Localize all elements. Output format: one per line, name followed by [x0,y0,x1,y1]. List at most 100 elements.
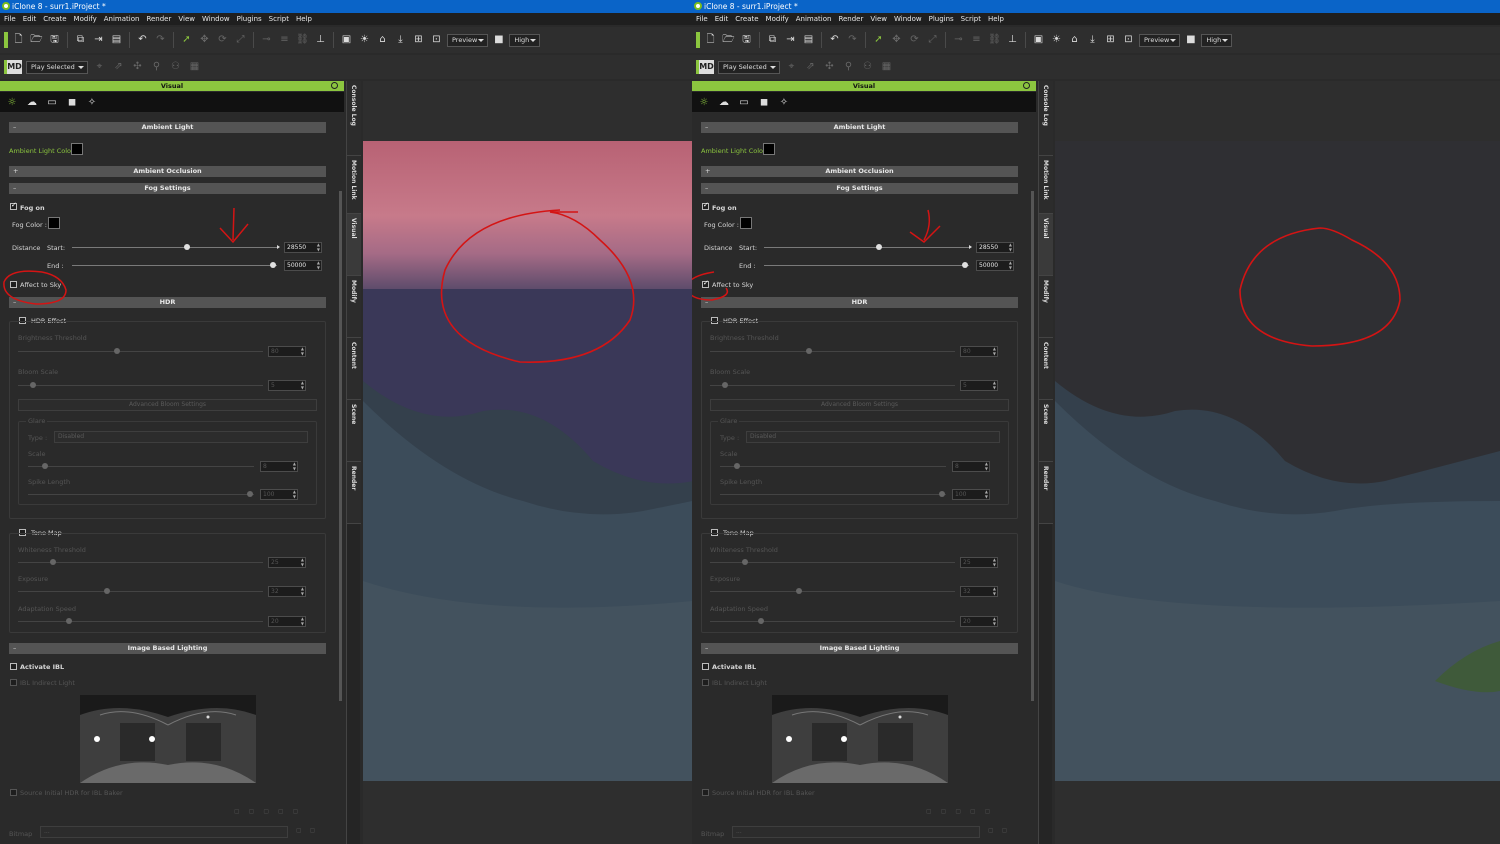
stepper-icon[interactable]: ▲ ▼ [301,380,304,390]
atmosphere-tab-icon[interactable]: ☁ [26,96,38,108]
fog-color-swatch[interactable] [48,217,60,229]
menu-script[interactable]: Script [961,13,981,25]
camera-icon[interactable]: ■ [491,33,506,48]
slider-handle[interactable] [758,618,764,624]
stepper-icon[interactable]: ▲ ▼ [1009,260,1012,270]
bitmap-path-field[interactable]: ... [732,826,980,838]
spike-length-slider[interactable] [28,491,254,497]
fog-end-slider-handle[interactable] [269,262,276,268]
whiteness-threshold-slider[interactable] [710,559,955,565]
preview-mode-dropdown[interactable]: Preview [1139,33,1181,47]
render-video-icon[interactable]: ▤ [109,33,124,48]
adaptation-speed-input[interactable]: 20 ▲ ▼ [268,616,306,627]
redo-icon[interactable]: ↷ [845,33,860,48]
fog-end-input[interactable]: 50000 ▲ ▼ [284,260,322,271]
stepper-icon[interactable]: ▲ ▼ [301,616,304,626]
side-tab-modify[interactable]: Modify [1039,276,1053,338]
ibl-indirect-light-checkbox[interactable] [702,679,709,686]
quality-dropdown[interactable]: High [509,33,541,47]
new-project-icon[interactable]: 🗋 [703,33,718,48]
side-tab-content[interactable]: Content [1039,338,1053,400]
ambient-occlusion-header[interactable]: + Ambient Occlusion [701,166,1018,177]
stepper-icon[interactable]: ▲ ▼ [301,557,304,567]
home-view-icon[interactable]: ⌂ [375,33,390,48]
align-icon[interactable]: ≡ [277,33,292,48]
image-tab-icon[interactable]: ▭ [46,96,58,108]
slider-handle[interactable] [50,559,56,565]
light-icon[interactable]: ☀ [357,33,372,48]
affect-to-sky-checkbox[interactable] [702,279,709,288]
home-view-icon[interactable]: ⌂ [1067,33,1082,48]
stepper-icon[interactable]: ▲ ▼ [317,260,320,270]
stepper-icon[interactable]: ▲ ▼ [993,586,996,596]
slider-handle[interactable] [30,382,36,388]
preview-mode-dropdown[interactable]: Preview [447,33,489,47]
md-group-icon[interactable]: ⚇ [168,60,183,75]
export-icon[interactable]: ⇥ [91,33,106,48]
side-tab-scene[interactable]: Scene [1039,400,1053,462]
spike-length-input[interactable]: 100 ▲ ▼ [952,489,990,500]
fog-end-slider[interactable] [764,262,969,268]
ibl-bake-button-row[interactable]: ▢▢▢▢▢ [234,808,307,815]
menu-help[interactable]: Help [988,13,1004,25]
menu-modify[interactable]: Modify [766,13,789,25]
hdr-header[interactable]: – HDR [9,297,326,308]
fog-color-swatch[interactable] [740,217,752,229]
viewport-layout-icon[interactable]: ▣ [1031,33,1046,48]
save-icon[interactable]: 🖫 [47,33,62,48]
md-tool-6-icon[interactable]: ▦ [187,60,202,75]
md-tool-1-icon[interactable]: ⌖ [784,60,799,75]
new-project-icon[interactable]: 🗋 [11,33,26,48]
link-icon[interactable]: ⛓ [987,33,1002,48]
menu-help[interactable]: Help [296,13,312,25]
exposure-input[interactable]: 32 ▲ ▼ [960,586,998,597]
slider-handle[interactable] [742,559,748,565]
ibl-hdr-preview-image[interactable] [80,695,256,783]
attach-icon[interactable]: ⊥ [1005,33,1020,48]
brightness-threshold-slider[interactable] [18,348,263,354]
menu-plugins[interactable]: Plugins [237,13,262,25]
viewport-3d[interactable] [1055,81,1500,844]
zoom-extents-icon[interactable]: ⤓ [393,33,408,48]
light-icon[interactable]: ☀ [1049,33,1064,48]
slider-handle[interactable] [114,348,120,354]
fog-end-input[interactable]: 50000 ▲ ▼ [976,260,1014,271]
image-tab-icon[interactable]: ▭ [738,96,750,108]
slider-handle[interactable] [104,588,110,594]
fog-start-slider[interactable] [764,244,972,250]
scale-icon[interactable]: ⤢ [925,33,940,48]
motion-director-logo[interactable]: MD [696,60,714,74]
ibl-bake-button-row[interactable]: ▢▢▢▢▢ [926,808,999,815]
md-tool-1-icon[interactable]: ⌖ [92,60,107,75]
ibl-hdr-preview-image[interactable] [772,695,948,783]
bloom-scale-slider[interactable] [710,382,955,388]
side-tab-console-log[interactable]: Console Log [1039,81,1053,156]
source-initial-hdr-checkbox[interactable] [10,789,17,796]
stepper-icon[interactable]: ▲ ▼ [1009,242,1012,252]
import-icon[interactable]: ⧉ [765,33,780,48]
undo-icon[interactable]: ↶ [135,33,150,48]
md-group-icon[interactable]: ⚇ [860,60,875,75]
slider-handle[interactable] [796,588,802,594]
ambient-light-color-swatch[interactable] [71,143,83,155]
viewport-3d[interactable] [363,81,692,844]
stepper-icon[interactable]: ▲ ▼ [293,461,296,471]
open-folder-icon[interactable]: 🗁 [721,33,736,48]
panel-scrollbar[interactable] [1031,191,1034,701]
side-tab-visual[interactable]: Visual [347,214,361,276]
attach-icon[interactable]: ⊥ [313,33,328,48]
visual-sun-tab-icon[interactable]: ☼ [6,96,18,108]
glare-scale-slider[interactable] [28,463,254,469]
glare-scale-input[interactable]: 8 ▲ ▼ [952,461,990,472]
slider-handle[interactable] [247,491,253,497]
brightness-threshold-input[interactable]: 80 ▲ ▼ [268,346,306,357]
zoom-extents-icon[interactable]: ⤓ [1085,33,1100,48]
viewport-layout-icon[interactable]: ▣ [339,33,354,48]
stepper-icon[interactable]: ▲ ▼ [993,346,996,356]
motion-director-logo[interactable]: MD [4,60,22,74]
fog-start-slider-handle[interactable] [183,244,190,250]
side-tab-motion-link[interactable]: Motion Link [1039,156,1053,214]
panel-close-button[interactable] [331,82,338,89]
md-tool-3-icon[interactable]: ✣ [822,60,837,75]
quality-dropdown[interactable]: High [1201,33,1233,47]
